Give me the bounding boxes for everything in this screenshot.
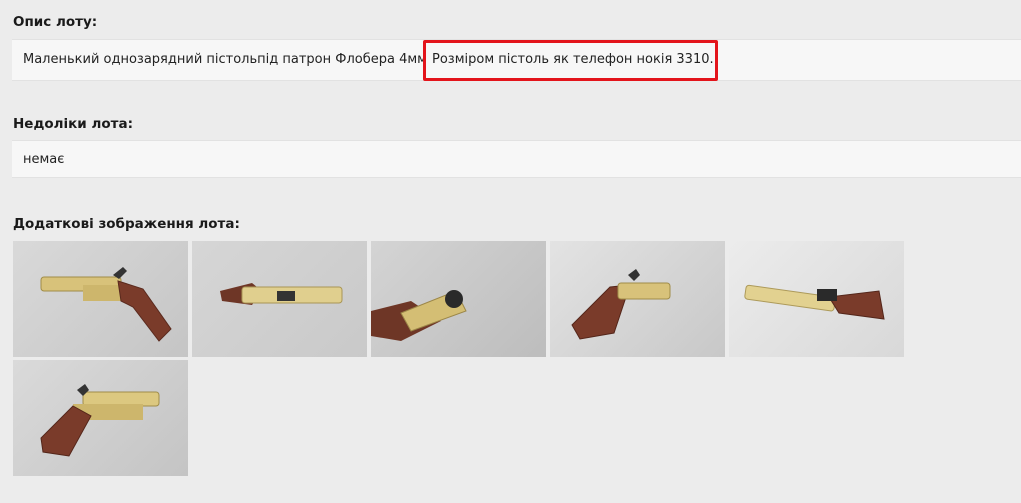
gallery-image-2[interactable] bbox=[192, 241, 367, 357]
highlight-frame bbox=[423, 40, 718, 81]
description-text: Маленький однозарядний пістольпід патрон… bbox=[23, 52, 427, 67]
gallery-image-3[interactable] bbox=[371, 241, 546, 357]
pistol-photo-top-barrel bbox=[220, 283, 343, 305]
pistol-photo-side-left bbox=[40, 267, 172, 342]
gallery-image-4[interactable] bbox=[550, 241, 725, 357]
pistol-photo-muzzle-end bbox=[371, 290, 467, 341]
defects-box: немає bbox=[12, 140, 1021, 178]
defects-heading: Недоліки лота: bbox=[13, 116, 133, 132]
pistol-photo-side-left-2 bbox=[40, 384, 160, 457]
gallery-image-1[interactable] bbox=[13, 241, 188, 357]
defects-text: немає bbox=[23, 152, 65, 167]
pistol-photo-angled-barrel bbox=[744, 284, 885, 320]
pistol-photo-side-right-grip bbox=[571, 269, 671, 340]
description-heading: Опис лоту: bbox=[13, 14, 98, 30]
gallery-image-6[interactable] bbox=[13, 360, 188, 476]
gallery-heading: Додаткові зображення лота: bbox=[13, 216, 240, 232]
gallery-image-5[interactable] bbox=[729, 241, 904, 357]
